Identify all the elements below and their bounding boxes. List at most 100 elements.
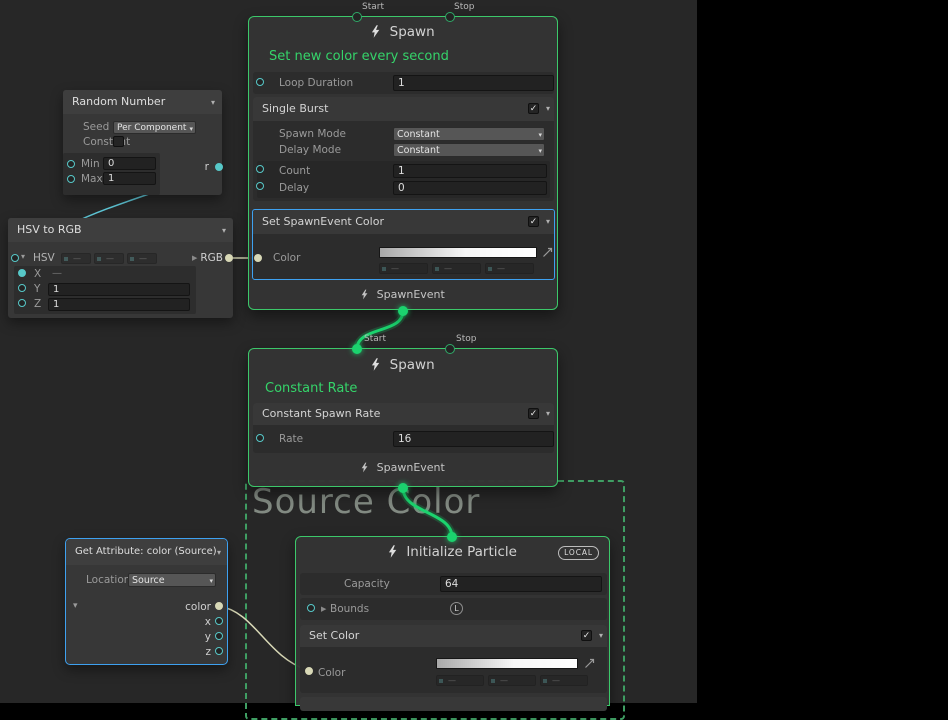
color-y-mini-field[interactable]: — [432, 263, 481, 274]
count-field[interactable]: 1 [393, 164, 547, 178]
location-dropdown[interactable]: Source ▾ [128, 573, 216, 587]
port-getattribute-color-output[interactable] [215, 602, 223, 610]
block-single-burst[interactable]: Single Burst ✓ ▾ Spawn Mode Constant ▾ D… [253, 97, 554, 201]
color-y-mini-field[interactable]: — [488, 675, 536, 686]
seed-dropdown[interactable]: Per Component ▾ [113, 121, 196, 134]
node-spawn-2[interactable]: Spawn Constant Rate Constant Spawn Rate … [248, 348, 558, 487]
loop-duration-row[interactable]: Loop Duration 1 [253, 72, 554, 94]
hsv-z-mini-field[interactable]: — [127, 253, 157, 264]
delay-label: Delay [279, 180, 309, 196]
port-spawn2-stop-input[interactable] [445, 344, 455, 354]
port-getattribute-x-output[interactable] [215, 617, 223, 625]
block-chevron-icon[interactable]: ▾ [599, 631, 603, 640]
node-header[interactable]: HSV to RGB ▾ [8, 218, 233, 242]
color-z-mini-field[interactable]: — [485, 263, 534, 274]
collapse-chevron-icon[interactable]: ▾ [211, 98, 215, 107]
x-output-label: x [205, 615, 211, 629]
collapse-chevron-icon[interactable]: ▾ [222, 226, 226, 235]
block-chevron-icon[interactable]: ▾ [546, 104, 550, 113]
block-enabled-checkbox[interactable]: ✓ [528, 408, 539, 419]
sticky-note-text[interactable]: Set new color every second [269, 49, 449, 64]
port-initialize-event-input[interactable] [447, 532, 457, 542]
dash: — [497, 264, 505, 273]
port-bounds-input[interactable] [307, 604, 315, 612]
block-header[interactable]: Set SpawnEvent Color ✓ ▾ [253, 210, 554, 234]
gradient-field[interactable] [436, 658, 578, 669]
lightning-bolt-icon [361, 289, 368, 300]
bounds-gizmo-button[interactable]: L [450, 602, 463, 615]
delay-field[interactable]: 0 [393, 181, 547, 195]
z-field[interactable]: 1 [48, 298, 190, 311]
sticky-note-text[interactable]: Constant Rate [265, 381, 357, 396]
loop-duration-field[interactable]: 1 [393, 75, 554, 91]
block-set-color[interactable]: Set Color ✓ ▾ Color — — — [300, 625, 607, 693]
port-spawn2-start-input[interactable] [352, 344, 362, 354]
port-rgb-output[interactable] [225, 254, 233, 262]
spawn-mode-dropdown[interactable]: Constant ▾ [393, 127, 545, 141]
y-field[interactable]: 1 [48, 283, 190, 296]
port-hsv-z-input[interactable] [18, 299, 26, 307]
foldout-triangle-icon[interactable]: ▾ [21, 252, 25, 261]
port-hsv-x-input[interactable] [18, 269, 26, 277]
dash: — [73, 254, 81, 263]
hsv-x-mini-field[interactable]: — [61, 253, 91, 264]
local-space-badge[interactable]: LOCAL [558, 546, 599, 560]
port-hsv-input[interactable] [11, 254, 19, 262]
port-spawn2-spawnevent-output[interactable] [398, 483, 408, 493]
rate-field[interactable]: 16 [393, 431, 554, 447]
color-x-mini-field[interactable]: — [379, 263, 428, 274]
port-spawnevent-color-input[interactable] [254, 254, 262, 262]
port-max-input[interactable] [67, 175, 75, 183]
block-enabled-checkbox[interactable]: ✓ [528, 103, 539, 114]
block-header[interactable]: Set Color ✓ ▾ [300, 625, 607, 647]
gradient-expand-icon[interactable] [542, 247, 553, 258]
min-field[interactable]: 0 [103, 157, 156, 170]
port-count-input[interactable] [256, 165, 264, 173]
block-constant-spawn-rate[interactable]: Constant Spawn Rate ✓ ▾ Rate 16 [253, 403, 554, 453]
node-get-attribute-color[interactable]: Get Attribute: color (Source) ▾ Location… [65, 538, 228, 665]
gradient-expand-icon[interactable] [584, 658, 595, 669]
port-delay-input[interactable] [256, 182, 264, 190]
foldout-triangle-icon[interactable]: ▾ [73, 601, 78, 611]
count-label: Count [279, 163, 310, 179]
port-loop-duration-input[interactable] [256, 78, 264, 86]
hsv-y-mini-field[interactable]: — [94, 253, 124, 264]
port-spawn1-start-input[interactable] [352, 12, 362, 22]
port-spawn1-spawnevent-output[interactable] [398, 306, 408, 316]
port-initialize-color-input[interactable] [305, 667, 313, 675]
block-chevron-icon[interactable]: ▾ [546, 217, 550, 226]
bounds-row[interactable]: ▶ Bounds L [300, 598, 607, 620]
next-block-partial[interactable] [300, 697, 607, 711]
block-enabled-checkbox[interactable]: ✓ [581, 630, 592, 641]
delay-mode-dropdown[interactable]: Constant ▾ [393, 143, 545, 157]
max-field[interactable]: 1 [103, 172, 156, 185]
node-random-number[interactable]: Random Number ▾ Seed Per Component ▾ Con… [63, 90, 222, 195]
port-rate-input[interactable] [256, 434, 264, 442]
block-set-spawnevent-color[interactable]: Set SpawnEvent Color ✓ ▾ Color — — — [252, 209, 555, 280]
node-header[interactable]: Random Number ▾ [63, 90, 222, 114]
block-chevron-icon[interactable]: ▾ [546, 409, 550, 418]
block-header[interactable]: Single Burst ✓ ▾ [253, 97, 554, 121]
collapse-chevron-icon[interactable]: ▾ [217, 548, 221, 557]
color-z-mini-field[interactable]: — [540, 675, 588, 686]
port-min-input[interactable] [67, 160, 75, 168]
capacity-row[interactable]: Capacity 64 [300, 573, 607, 595]
block-header[interactable]: Constant Spawn Rate ✓ ▾ [253, 403, 554, 425]
z-label: Z [34, 297, 41, 311]
port-getattribute-y-output[interactable] [215, 632, 223, 640]
node-spawn-1[interactable]: Spawn Set new color every second Loop Du… [248, 16, 558, 310]
node-initialize-particle[interactable]: Initialize Particle LOCAL Capacity 64 ▶ … [295, 536, 610, 706]
gradient-field[interactable] [379, 247, 537, 258]
port-spawn1-stop-input[interactable] [445, 12, 455, 22]
capacity-field[interactable]: 64 [440, 576, 602, 592]
group-title[interactable]: Source Color [252, 482, 480, 522]
constant-checkbox[interactable] [113, 136, 124, 147]
spawnevent-footer-text: SpawnEvent [377, 288, 445, 301]
port-getattribute-z-output[interactable] [215, 647, 223, 655]
port-hsv-y-input[interactable] [18, 284, 26, 292]
color-x-mini-field[interactable]: — [436, 675, 484, 686]
port-random-r-output[interactable] [215, 163, 223, 171]
node-header[interactable]: Get Attribute: color (Source) ▾ [66, 539, 227, 565]
node-hsv-to-rgb[interactable]: HSV to RGB ▾ ▾ HSV — — — ▶RGB X — Y 1 Z … [8, 218, 233, 318]
block-enabled-checkbox[interactable]: ✓ [528, 216, 539, 227]
